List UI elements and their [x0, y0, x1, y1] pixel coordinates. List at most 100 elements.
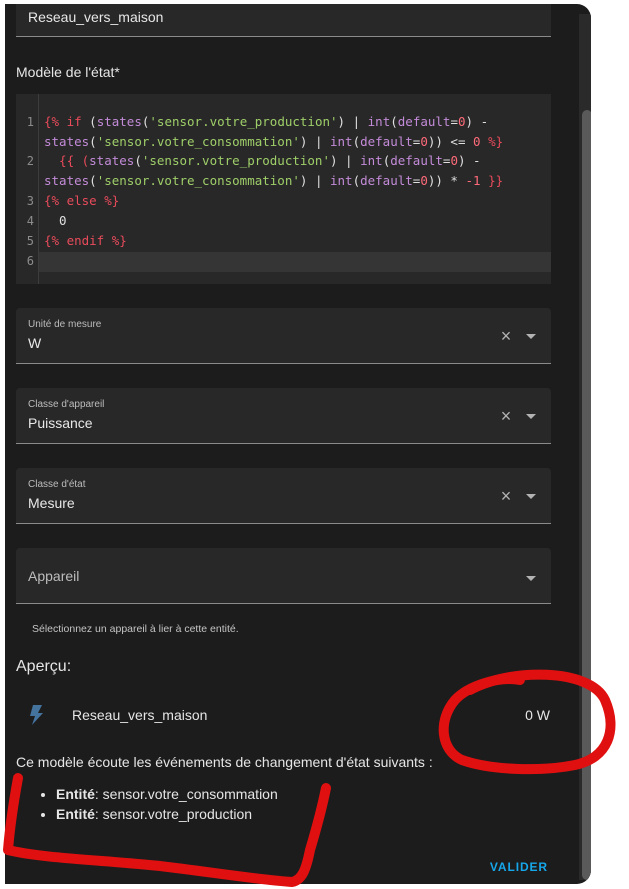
unit-field-label: Unité de mesure — [28, 319, 102, 330]
code-token: ) | — [299, 134, 330, 149]
unit-of-measurement-select[interactable]: Unité de mesure W × — [16, 308, 551, 364]
listeners-list: Entité: sensor.votre_consommation Entité… — [38, 786, 278, 826]
code-token: default — [397, 114, 451, 129]
list-item: Entité: sensor.votre_consommation — [56, 786, 278, 806]
device-class-value: Puissance — [28, 415, 93, 431]
line-number: 4 — [26, 214, 34, 228]
code-token: }} — [480, 173, 504, 188]
device-select[interactable]: Appareil — [16, 548, 551, 604]
code-line-5: {% endif %} — [44, 233, 127, 248]
code-token: -1 — [465, 173, 481, 188]
listeners-intro: Ce modèle écoute les événements de chang… — [16, 754, 433, 770]
state-class-label: Classe d'état — [28, 479, 86, 490]
line-number-gutter: 1 2 3 4 5 6 — [16, 94, 39, 284]
code-token: int — [330, 134, 353, 149]
listener-value: : sensor.votre_production — [94, 806, 253, 822]
code-token: {% — [44, 233, 67, 248]
preview-entity-name: Reseau_vers_maison — [72, 707, 208, 723]
device-class-select[interactable]: Classe d'appareil Puissance × — [16, 388, 551, 444]
code-line-4: 0 — [44, 213, 67, 228]
code-token: else — [66, 193, 97, 208]
name-field[interactable]: Reseau_vers_maison — [16, 4, 551, 37]
state-class-value: Mesure — [28, 495, 75, 511]
chevron-down-icon[interactable] — [526, 494, 536, 499]
validate-button[interactable]: VALIDER — [486, 858, 552, 876]
code-token: 0 — [420, 134, 428, 149]
code-token: %} — [104, 233, 127, 248]
template-label: Modèle de l'état* — [16, 64, 120, 80]
code-token: 'sensor.votre_consommation' — [96, 173, 300, 188]
code-token: endif — [66, 233, 105, 248]
code-token: 0 — [473, 134, 481, 149]
active-line-highlight — [38, 252, 551, 272]
code-token: 0 — [420, 173, 428, 188]
code-token: ) - — [457, 153, 481, 168]
code-token: 0 — [450, 153, 458, 168]
preview-entity-state: 0 W — [525, 707, 550, 723]
code-line-3: {% else %} — [44, 193, 119, 208]
chevron-down-icon[interactable] — [526, 576, 536, 581]
code-token: int — [330, 173, 353, 188]
line-number: 3 — [26, 194, 34, 208]
line-number: 2 — [26, 154, 34, 168]
code-token: )) * — [427, 173, 466, 188]
code-line-2-wrap: states('sensor.votre_consommation') | in… — [44, 173, 503, 188]
chevron-down-icon[interactable] — [526, 414, 536, 419]
close-icon[interactable]: × — [499, 407, 513, 425]
state-class-select[interactable]: Classe d'état Mesure × — [16, 468, 551, 524]
code-token: ) - — [465, 114, 489, 129]
preview-title: Aperçu: — [16, 658, 72, 675]
name-field-value: Reseau_vers_maison — [28, 9, 164, 25]
code-line-1: {% if (states('sensor.votre_production')… — [44, 114, 488, 129]
chevron-down-icon[interactable] — [526, 334, 536, 339]
template-code-editor[interactable]: 1 2 3 4 5 6 {% if (states('sensor.votre_… — [16, 94, 551, 284]
device-placeholder: Appareil — [28, 568, 80, 584]
listener-value: : sensor.votre_consommation — [94, 786, 278, 802]
close-icon[interactable]: × — [499, 487, 513, 505]
code-token: int — [360, 153, 383, 168]
line-number: 1 — [26, 115, 34, 129]
code-token: ( — [89, 134, 97, 149]
code-token: 'sensor.votre_consommation' — [96, 134, 300, 149]
code-token: ( — [89, 173, 97, 188]
code-token: ) | — [330, 153, 361, 168]
code-token: {{ ( — [44, 153, 90, 168]
scrollbar-thumb[interactable] — [582, 110, 591, 880]
code-token: ( — [390, 114, 398, 129]
close-icon[interactable]: × — [499, 327, 513, 345]
preview-entity-row[interactable]: Reseau_vers_maison 0 W — [16, 696, 551, 736]
code-token: default — [360, 134, 413, 149]
code-token: ) | — [299, 173, 330, 188]
code-token: {% — [44, 193, 67, 208]
code-token: states — [44, 173, 90, 188]
listener-prefix: Entité — [56, 786, 95, 802]
code-token: %} — [96, 193, 120, 208]
code-token: %} — [480, 134, 504, 149]
code-token: ) | — [337, 114, 368, 129]
line-number: 5 — [26, 234, 34, 248]
template-helper-dialog: Reseau_vers_maison Modèle de l'état* 1 2… — [5, 4, 591, 884]
code-token: default — [360, 173, 413, 188]
code-token: ( — [134, 153, 142, 168]
code-token: ( — [81, 114, 97, 129]
code-token: 'sensor.votre_production' — [141, 153, 330, 168]
screenshot-frame: Reseau_vers_maison Modèle de l'état* 1 2… — [0, 0, 629, 889]
code-token: )) <= — [427, 134, 474, 149]
code-token: 'sensor.votre_production' — [149, 114, 338, 129]
list-item: Entité: sensor.votre_production — [56, 806, 278, 826]
code-token: 0 — [457, 114, 466, 129]
code-token: int — [367, 114, 391, 129]
flash-icon — [30, 705, 43, 725]
line-number: 6 — [26, 254, 34, 268]
code-token: ( — [352, 134, 361, 149]
code-token: default — [390, 153, 443, 168]
code-token: = — [450, 114, 458, 129]
code-line-1-wrap: states('sensor.votre_consommation') | in… — [44, 134, 503, 149]
code-token: states — [89, 153, 135, 168]
code-token: ( — [352, 173, 361, 188]
code-token: if — [66, 114, 82, 129]
code-line-2: {{ (states('sensor.votre_production') | … — [44, 153, 481, 168]
code-token: states — [44, 134, 90, 149]
listener-prefix: Entité — [56, 806, 95, 822]
code-token: {% — [44, 114, 67, 129]
